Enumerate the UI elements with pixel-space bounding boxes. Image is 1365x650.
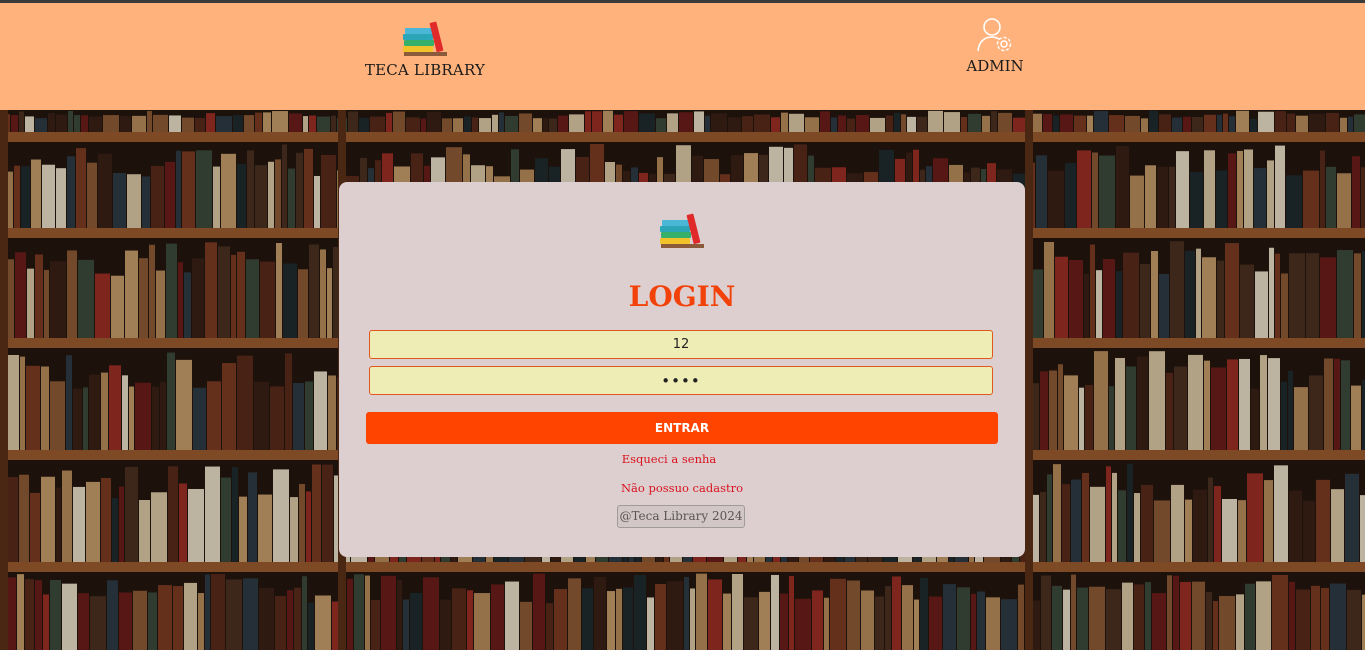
login-card: LOGIN ENTRAR Esqueci a senha Não possuo … [339,182,1025,557]
user-gear-icon [977,18,1012,52]
enter-button[interactable]: ENTRAR [366,412,998,444]
books-stack-icon [660,213,704,248]
brand[interactable]: TECA LIBRARY [360,19,490,79]
user-input[interactable] [369,330,993,359]
signup-link[interactable]: Não possuo cadastro [339,481,1025,495]
books-stack-icon [403,21,447,56]
forgot-password-link[interactable]: Esqueci a senha [326,452,1012,466]
admin-label: ADMIN [966,57,1024,75]
password-input[interactable] [369,366,993,395]
site-header: TECA LIBRARY ADMIN [0,3,1365,110]
brand-name: TECA LIBRARY [364,61,486,79]
admin-link[interactable]: ADMIN [955,17,1035,75]
login-title: LOGIN [628,280,736,313]
footer-badge: @Teca Library 2024 [617,505,745,528]
